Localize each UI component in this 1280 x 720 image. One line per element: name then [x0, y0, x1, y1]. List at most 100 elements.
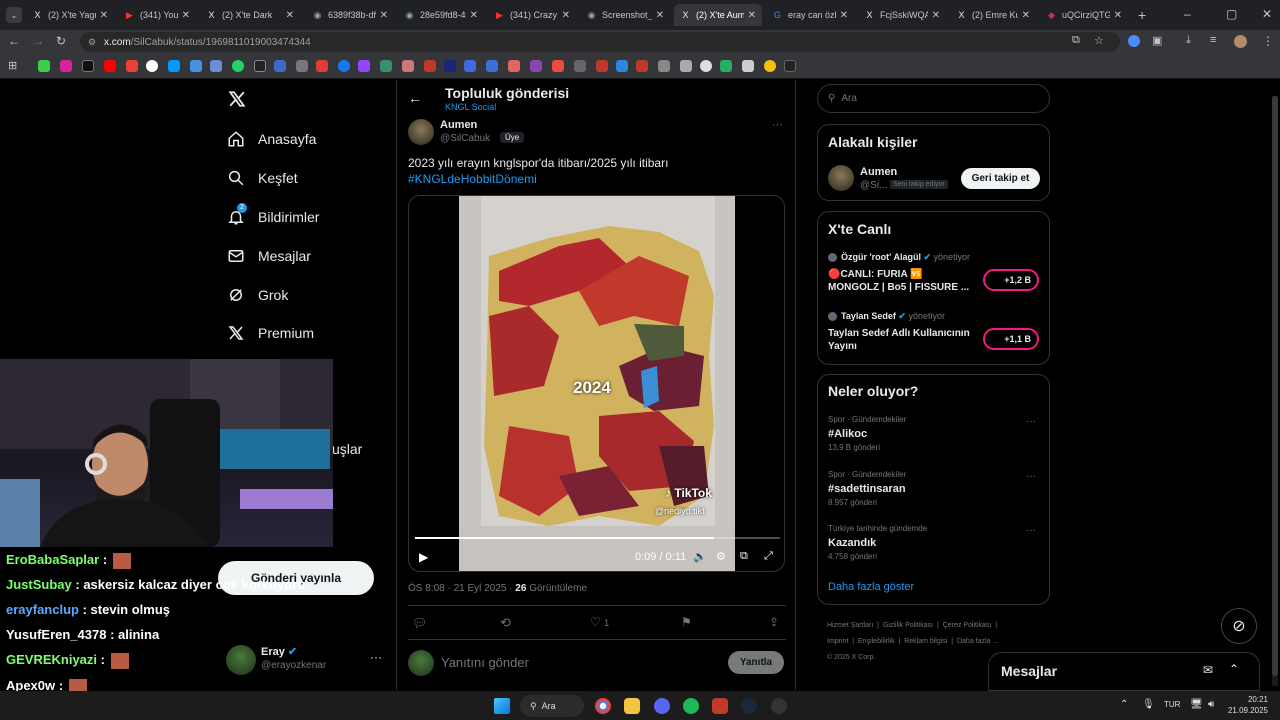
- footer-link[interactable]: Çerez Politikası: [943, 622, 992, 629]
- author-handle[interactable]: @SilCabuk: [440, 133, 490, 144]
- bookmark-gmail-icon[interactable]: [126, 60, 138, 72]
- bookmark-twitch-icon[interactable]: [358, 60, 370, 72]
- listener-count-pill[interactable]: +1,1 B: [983, 328, 1039, 350]
- nav-item-premium[interactable]: Premium: [226, 321, 314, 345]
- tab-close-icon[interactable]: ✕: [562, 10, 570, 21]
- reading-list-icon[interactable]: ≡: [1210, 34, 1216, 46]
- nav-item-keşfet[interactable]: Keşfet: [226, 166, 298, 190]
- bookmark-site-icon[interactable]: [190, 60, 202, 72]
- live-host[interactable]: Taylan Sedef ✔ yönetiyor: [841, 311, 945, 322]
- bookmark-site-icon[interactable]: [274, 60, 286, 72]
- footer-link[interactable]: Erişilebilirlik: [858, 638, 895, 645]
- windows-start-icon[interactable]: [494, 698, 510, 714]
- author-avatar[interactable]: [408, 119, 434, 145]
- bookmark-facebook-icon[interactable]: [338, 60, 350, 72]
- reply-input[interactable]: Yanıtını gönder: [441, 655, 529, 670]
- footer-link[interactable]: Daha fazla ...: [957, 638, 998, 645]
- tab-close-icon[interactable]: ✕: [1022, 10, 1030, 21]
- browser-tab[interactable]: Geray can özk ✕: [766, 4, 854, 26]
- new-message-icon[interactable]: ✉: [1203, 663, 1213, 677]
- video-player[interactable]: 2024 ♪ TikTok @nediyo.tikt ▶ 0:09 / 0:11…: [408, 195, 785, 572]
- trend-name[interactable]: #Alikoc: [828, 428, 867, 440]
- browser-tab[interactable]: ◉ 28e59fd8-4f ✕: [398, 4, 484, 26]
- bookmark-site-icon[interactable]: [636, 60, 648, 72]
- nav-item-bildirimler[interactable]: 2 Bildirimler: [226, 203, 319, 229]
- live-host[interactable]: Özgür 'root' Alagül ✔ yönetiyor: [841, 252, 970, 263]
- nav-item-anasayfa[interactable]: Anasayfa: [226, 127, 316, 151]
- nav-item-mesajlar[interactable]: Mesajlar: [226, 244, 311, 268]
- bookmark-site-icon[interactable]: [464, 60, 476, 72]
- puzzle-icon[interactable]: ▣: [1152, 34, 1162, 47]
- volume-icon[interactable]: 🔈: [693, 550, 707, 563]
- bookmark-whatsapp-icon[interactable]: [232, 60, 244, 72]
- tab-close-icon[interactable]: ✕: [840, 10, 848, 21]
- browser-tab[interactable]: ▶ (341) Crazy ✕: [488, 4, 576, 26]
- chrome-icon[interactable]: [595, 698, 611, 714]
- bookmark-site-icon[interactable]: [700, 60, 712, 72]
- taskbar-search[interactable]: ⚲ Ara: [520, 695, 584, 717]
- community-link[interactable]: KNGL Social: [445, 102, 496, 112]
- bookmark-site-icon[interactable]: [658, 60, 670, 72]
- bookmark-site-icon[interactable]: [530, 60, 542, 72]
- browser-tab[interactable]: X (2) Emre Ku ✕: [950, 4, 1036, 26]
- search-input[interactable]: ⚲ Ara: [817, 84, 1050, 113]
- back-arrow-icon[interactable]: ←: [8, 34, 20, 48]
- bookmark-site-icon[interactable]: [296, 60, 308, 72]
- discord-icon[interactable]: [654, 698, 670, 714]
- bookmark-site-icon[interactable]: [424, 60, 436, 72]
- x-logo-icon[interactable]: [228, 90, 246, 113]
- minimize-button[interactable]: –: [1184, 7, 1191, 21]
- obs-icon[interactable]: [771, 698, 787, 714]
- bookmark-site-icon[interactable]: [254, 60, 266, 72]
- reply-button[interactable]: Yanıtla: [728, 651, 784, 674]
- language-indicator[interactable]: TUR: [1164, 700, 1180, 709]
- bookmark-site-icon[interactable]: [742, 60, 754, 72]
- browser-tab[interactable]: ▶ (341) YouTub ✕: [118, 4, 196, 26]
- like-icon[interactable]: ♡ 1: [590, 615, 609, 629]
- tab-close-icon[interactable]: ✕: [656, 10, 664, 21]
- site-info-icon[interactable]: ⚙: [88, 37, 96, 48]
- account-more-icon[interactable]: ···: [370, 650, 382, 664]
- bookmark-icon[interactable]: ⚑: [681, 615, 692, 629]
- menu-kebab-icon[interactable]: ⋮: [1262, 34, 1274, 48]
- clock[interactable]: 20:21 21.09.2025: [1226, 694, 1268, 716]
- profile-avatar[interactable]: [1234, 35, 1247, 48]
- tab-close-icon[interactable]: ✕: [380, 10, 388, 21]
- account-avatar[interactable]: [226, 645, 256, 675]
- expand-icon[interactable]: ⌃: [1229, 662, 1239, 676]
- bookmark-site-icon[interactable]: [596, 60, 608, 72]
- bookmark-site-icon[interactable]: [720, 60, 732, 72]
- trend-more-icon[interactable]: ···: [1026, 471, 1036, 482]
- reload-icon[interactable]: ↻: [56, 34, 66, 48]
- scrollbar[interactable]: [1272, 96, 1278, 686]
- new-tab-button[interactable]: +: [1138, 7, 1146, 23]
- steam-icon[interactable]: [741, 698, 757, 714]
- bookmark-site-icon[interactable]: [574, 60, 586, 72]
- mic-icon[interactable]: 🎙︎: [1142, 699, 1155, 710]
- nav-item-grok[interactable]: Grok: [226, 283, 288, 307]
- footer-link[interactable]: Imprint: [827, 638, 848, 645]
- bookmark-site-icon[interactable]: [508, 60, 520, 72]
- tab-close-icon[interactable]: ✕: [932, 10, 940, 21]
- live-title[interactable]: Taylan Sedef Adlı Kullanıcının Yayını: [828, 327, 973, 353]
- related-avatar[interactable]: [828, 165, 854, 191]
- footer-link[interactable]: Gizlilik Politikası: [883, 622, 933, 629]
- bookmark-site-icon[interactable]: [402, 60, 414, 72]
- forward-arrow-icon[interactable]: →: [32, 34, 44, 48]
- bookmark-site-icon[interactable]: [680, 60, 692, 72]
- trend-name[interactable]: #sadettinsaran: [828, 483, 906, 495]
- install-icon[interactable]: ⧉: [1072, 34, 1080, 47]
- tab-close-icon[interactable]: ✕: [1114, 10, 1122, 21]
- browser-tab[interactable]: X (2) X'te Yagm ✕: [26, 4, 114, 26]
- tab-close-icon[interactable]: ✕: [748, 10, 756, 21]
- apps-grid-icon[interactable]: ⊞: [8, 59, 17, 72]
- listener-count-pill[interactable]: +1,2 B: [983, 269, 1039, 291]
- file-explorer-icon[interactable]: [624, 698, 640, 714]
- footer-link[interactable]: Hizmet Şartları: [827, 622, 873, 629]
- bookmark-site-icon[interactable]: [210, 60, 222, 72]
- grok-icon[interactable]: ⊘: [1221, 608, 1257, 644]
- repost-icon[interactable]: ⟲: [500, 615, 511, 631]
- bookmark-x-icon[interactable]: [82, 60, 94, 72]
- trend-more-icon[interactable]: ···: [1026, 525, 1036, 536]
- messages-drawer[interactable]: Mesajlar ✉ ⌃: [988, 652, 1260, 691]
